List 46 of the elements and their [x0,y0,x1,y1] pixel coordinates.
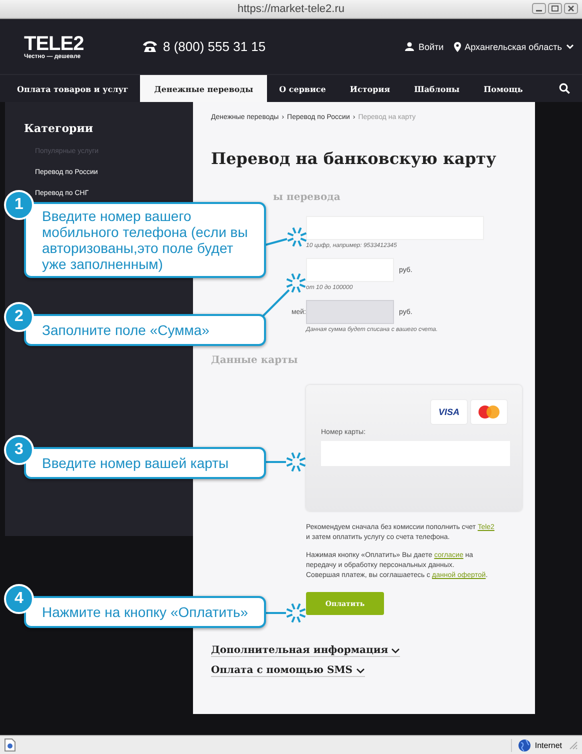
nav-tab[interactable]: История [338,75,402,102]
nav-tab[interactable]: Шаблоны [402,75,472,102]
user-icon [405,42,414,51]
callout-box: Заполните поле «Сумма» [24,314,266,346]
search-icon[interactable] [558,83,570,94]
zone-label: Internet [534,740,562,750]
nav-tab[interactable]: Денежные переводы [140,75,268,102]
globe-icon [518,738,531,752]
callout-box: Введите номер вашей карты [24,447,266,479]
leader-line [265,461,286,463]
section-title: ы перевода [273,192,340,203]
overlapping-circles-icon [478,405,500,419]
leader-line [265,612,286,614]
phone-icon [142,40,158,52]
page-title: Перевод на банковскую карту [211,149,498,168]
region-selector[interactable]: Архангельская область [454,42,574,52]
location-pin-icon [454,42,461,52]
logo[interactable]: TELE2 [24,34,142,54]
phone-number[interactable]: 8 (800) 555 31 15 [163,39,266,54]
burst-icon [286,452,306,472]
leader-line [262,289,290,317]
callout-box: Нажмите на кнопку «Оплатить» [24,596,266,628]
callout-box: Введите номер вашего мобильного телефона (если вы авторизованы,это поле будет уже заполненным) [24,202,266,278]
resize-grip-icon [568,740,578,750]
window-title: https://market-tele2.ru [238,3,344,15]
page-icon [4,738,16,752]
maximize-button[interactable] [548,3,562,14]
burst-icon [287,227,307,247]
burst-icon [286,603,306,623]
sidebar-title: Категории [24,122,94,135]
minimize-button[interactable] [532,3,546,14]
input-field[interactable] [306,258,394,282]
login-link[interactable]: Войти [405,42,444,52]
step-number: 4 [4,584,34,614]
visa-logo: VISA [431,400,467,424]
nav-tab[interactable]: Помощь [472,75,535,102]
input-field[interactable] [306,216,484,240]
accordion-toggle[interactable]: Дополнительная информация [211,645,400,657]
section-title: Данные карты [211,355,299,366]
chevron-down-icon [566,44,574,50]
nav-tab[interactable]: О сервисе [267,75,338,102]
leader-line [264,238,288,246]
close-button[interactable] [564,3,578,14]
accordion-toggle[interactable]: Оплата с помощью SMS [211,665,364,677]
burst-icon [286,273,306,293]
nav-tab[interactable]: Оплата товаров и услуг [5,75,140,102]
